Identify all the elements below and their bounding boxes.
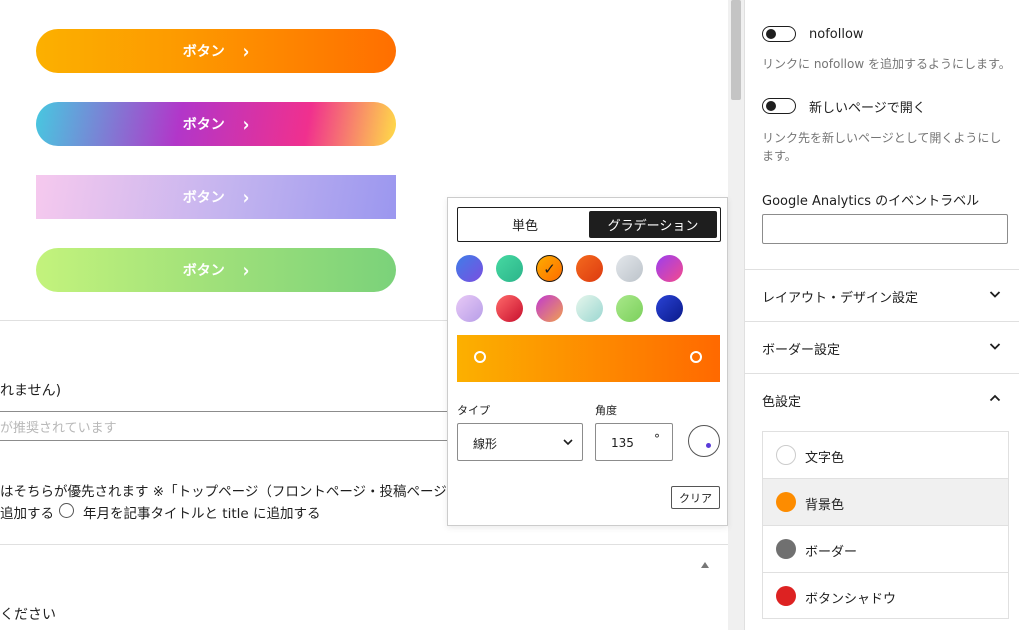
color-item-label: ボタンシャドウ xyxy=(805,592,897,607)
gradient-swatch-red-orange[interactable] xyxy=(576,255,603,282)
scrollbar-thumb[interactable] xyxy=(731,0,741,100)
gradient-swatch-lavender[interactable] xyxy=(456,295,483,322)
color-indicator xyxy=(776,586,796,606)
toggle-knob xyxy=(766,29,776,39)
gradient-swatch-silver[interactable] xyxy=(616,255,643,282)
gradient-stop-start[interactable] xyxy=(474,351,486,363)
priority-text: はそちらが優先されます ※「トップページ（フロントページ・投稿ページ含む xyxy=(0,484,474,500)
color-item-label: 背景色 xyxy=(805,498,845,513)
gradient-button-orange[interactable]: ボタン › xyxy=(36,29,396,73)
new-tab-label: 新しいページで開く xyxy=(809,101,926,116)
gradient-swatch-mint[interactable] xyxy=(576,295,603,322)
ga-event-label-input[interactable] xyxy=(762,214,1008,244)
gradient-swatch-red[interactable] xyxy=(496,295,523,322)
chevron-right-icon: › xyxy=(242,185,250,209)
nofollow-label: nofollow xyxy=(809,27,864,42)
check-icon: ✓ xyxy=(543,259,556,278)
angle-value: 135 xyxy=(611,436,634,450)
year-title-radio[interactable] xyxy=(59,503,74,518)
button-label: ボタン xyxy=(182,190,225,206)
panel-border[interactable]: ボーダー設定 xyxy=(745,321,1019,373)
button-label: ボタン xyxy=(182,263,225,279)
radio-prefix-text: 追加する xyxy=(0,506,54,522)
angle-dial[interactable] xyxy=(688,425,720,457)
chevron-up-icon xyxy=(989,394,1001,402)
chevron-right-icon: › xyxy=(242,112,250,136)
gradient-button-lavender[interactable]: ボタン › xyxy=(36,175,396,219)
angle-input[interactable]: 135 ° xyxy=(595,423,673,461)
button-label: ボタン xyxy=(182,117,225,133)
panel-layout-design[interactable]: レイアウト・デザイン設定 xyxy=(745,269,1019,321)
color-indicator xyxy=(776,445,796,465)
angle-label: 角度 xyxy=(595,404,617,417)
chevron-down-icon xyxy=(563,439,573,446)
gradient-picker-popover: 単色 グラデーション ✓ タイプ 角度 線形 135 ° クリア xyxy=(447,197,728,526)
panel-title: 色設定 xyxy=(762,395,802,410)
degree-unit: ° xyxy=(654,432,660,446)
color-settings-list: 文字色 背景色 ボーダー ボタンシャドウ xyxy=(762,431,1009,619)
color-item-text[interactable]: 文字色 xyxy=(763,432,1008,479)
new-tab-toggle[interactable] xyxy=(762,98,796,114)
radio-option-label: 年月を記事タイトルと title に追加する xyxy=(83,506,321,522)
chevron-down-icon xyxy=(989,291,1001,298)
button-label: ボタン xyxy=(182,44,225,60)
gradient-swatch-light-green[interactable] xyxy=(616,295,643,322)
chevron-down-icon xyxy=(989,343,1001,350)
color-indicator xyxy=(776,492,796,512)
angle-dial-indicator xyxy=(706,443,711,448)
color-indicator xyxy=(776,539,796,559)
bottom-text: ください xyxy=(0,607,56,623)
new-tab-help: リンク先を新しいページとして開くようにします。 xyxy=(762,131,1002,163)
tab-gradient[interactable]: グラデーション xyxy=(589,211,717,238)
chevron-right-icon: › xyxy=(242,258,250,282)
collapse-triangle-icon[interactable] xyxy=(701,562,709,568)
color-item-label: ボーダー xyxy=(805,545,858,560)
toggle-knob xyxy=(766,101,776,111)
color-item-label: 文字色 xyxy=(805,451,845,466)
note-text: れません) xyxy=(0,383,62,399)
block-settings-sidebar: nofollow リンクに nofollow を追加するようにします。 新しいペ… xyxy=(744,0,1019,630)
section-divider xyxy=(0,544,728,545)
tab-solid[interactable]: 単色 xyxy=(461,211,589,238)
color-item-button-shadow[interactable]: ボタンシャドウ xyxy=(763,573,1008,620)
gradient-bar[interactable] xyxy=(457,335,720,382)
color-item-border[interactable]: ボーダー xyxy=(763,526,1008,573)
input-placeholder: が推奨されています xyxy=(0,421,117,436)
gradient-swatch-magenta-orange[interactable] xyxy=(536,295,563,322)
gradient-swatch-navy[interactable] xyxy=(656,295,683,322)
nofollow-toggle[interactable] xyxy=(762,26,796,42)
panel-color[interactable]: 色設定 xyxy=(745,373,1019,425)
gradient-swatch-blue-purple[interactable] xyxy=(456,255,483,282)
description-input[interactable]: が推奨されています xyxy=(0,411,460,441)
chevron-right-icon: › xyxy=(242,39,250,63)
panel-title: ボーダー設定 xyxy=(762,343,841,358)
gradient-type-select[interactable]: 線形 xyxy=(457,423,583,461)
panel-title: レイアウト・デザイン設定 xyxy=(762,291,919,306)
gradient-swatch-green[interactable] xyxy=(496,255,523,282)
ga-label: Google Analytics のイベントラベル xyxy=(762,194,980,209)
clear-button[interactable]: クリア xyxy=(671,486,720,509)
color-type-tabs: 単色 グラデーション xyxy=(457,207,721,242)
nofollow-help: リンクに nofollow を追加するようにします。 xyxy=(762,57,1011,71)
type-label: タイプ xyxy=(457,404,490,417)
color-item-background[interactable]: 背景色 xyxy=(763,479,1008,526)
gradient-button-green[interactable]: ボタン › xyxy=(36,248,396,292)
type-select-value: 線形 xyxy=(473,437,498,451)
gradient-swatch-orange[interactable]: ✓ xyxy=(536,255,563,282)
gradient-swatch-purple-pink[interactable] xyxy=(656,255,683,282)
gradient-stop-end[interactable] xyxy=(690,351,702,363)
gradient-button-rainbow[interactable]: ボタン › xyxy=(36,102,396,146)
